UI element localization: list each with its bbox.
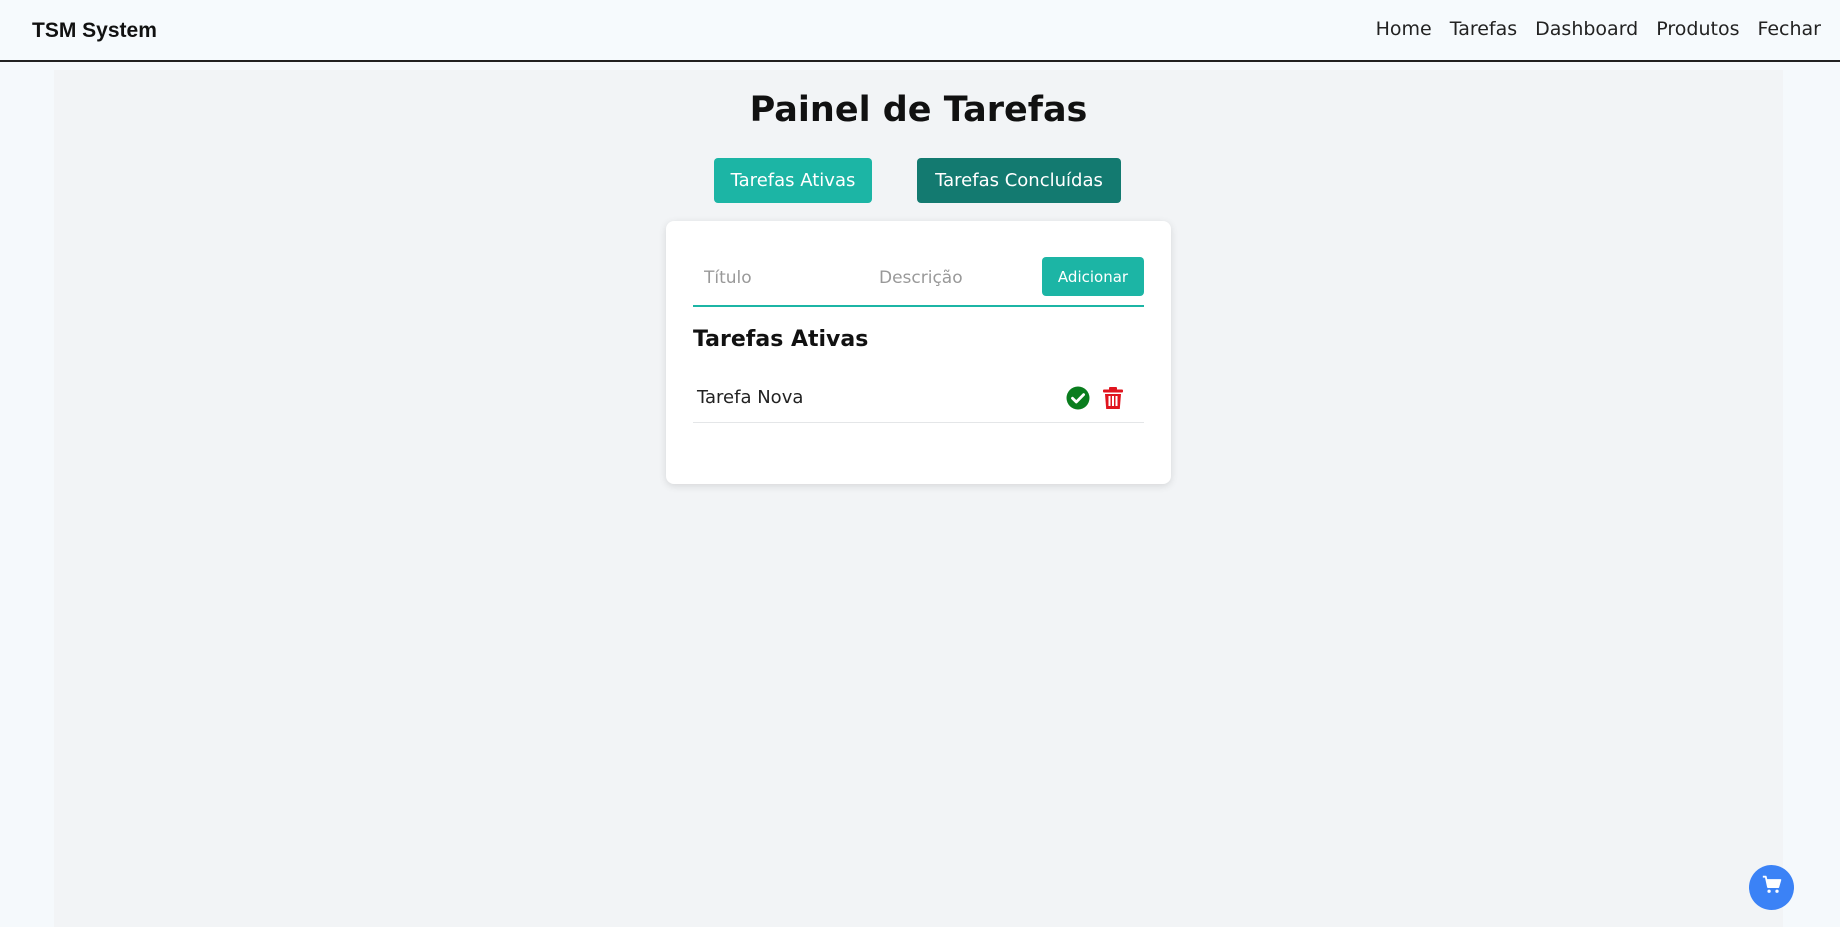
brand-logo[interactable]: TSM System <box>32 19 157 43</box>
description-input[interactable] <box>877 263 1037 293</box>
main-content: Painel de Tarefas Tarefas Ativas Tarefas… <box>54 70 1783 927</box>
task-card: Adicionar Tarefas Ativas Tarefa Nova <box>666 221 1171 484</box>
list-item: Tarefa Nova <box>693 373 1144 423</box>
task-title: Tarefa Nova <box>697 387 804 408</box>
add-task-form: Adicionar <box>693 257 1144 307</box>
nav-link-fechar[interactable]: Fechar <box>1757 18 1821 40</box>
nav-link-dashboard[interactable]: Dashboard <box>1535 18 1638 40</box>
trash-icon[interactable] <box>1100 385 1126 411</box>
title-input[interactable] <box>702 263 862 293</box>
nav-link-tarefas[interactable]: Tarefas <box>1450 18 1517 40</box>
nav-link-home[interactable]: Home <box>1376 18 1432 40</box>
cart-icon <box>1762 875 1782 900</box>
navbar: TSM System Home Tarefas Dashboard Produt… <box>0 0 1840 62</box>
page-title: Painel de Tarefas <box>749 90 1088 130</box>
check-circle-icon[interactable] <box>1065 385 1091 411</box>
cart-button[interactable] <box>1749 865 1794 910</box>
tab-tarefas-ativas[interactable]: Tarefas Ativas <box>714 158 872 203</box>
nav-link-produtos[interactable]: Produtos <box>1656 18 1739 40</box>
add-task-button[interactable]: Adicionar <box>1042 257 1144 296</box>
task-list-heading: Tarefas Ativas <box>693 327 869 352</box>
tab-tarefas-concluidas[interactable]: Tarefas Concluídas <box>917 158 1121 203</box>
nav-links: Home Tarefas Dashboard Produtos Fechar <box>1376 18 1821 40</box>
